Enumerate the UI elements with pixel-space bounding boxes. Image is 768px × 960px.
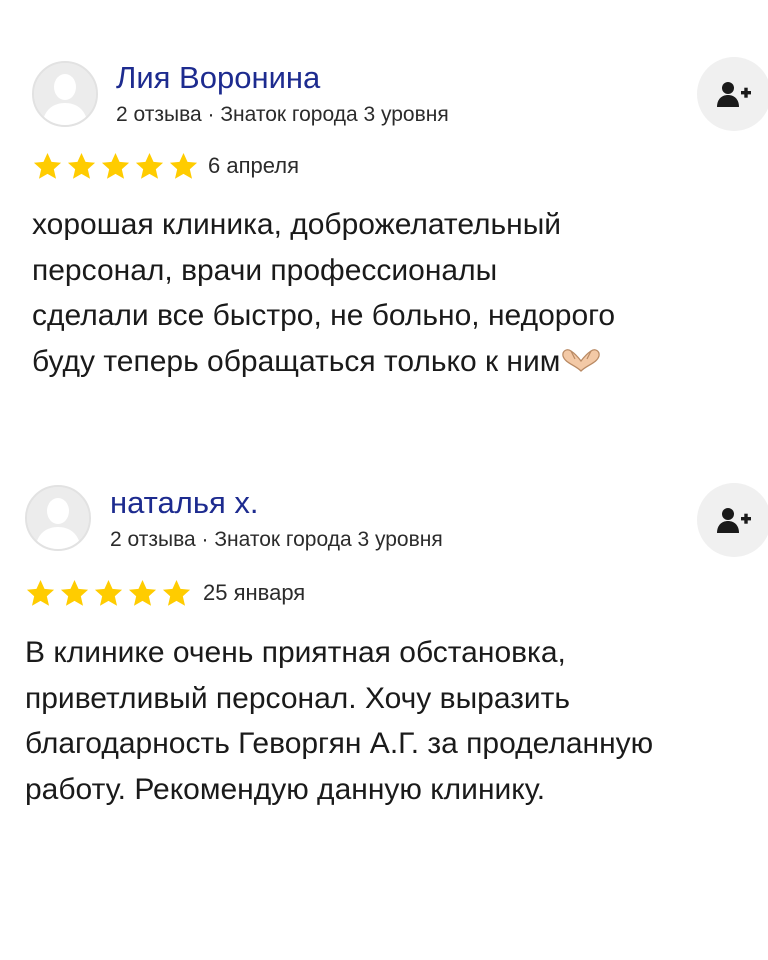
- rating-stars: [25, 578, 192, 609]
- star-icon: [60, 579, 89, 606]
- star-icon: [169, 152, 198, 179]
- review-card: Лия Воронина 2 отзыва · Знаток города 3 …: [0, 0, 768, 430]
- heart-hands-emoji: [561, 341, 601, 387]
- avatar[interactable]: [25, 485, 91, 551]
- star-icon: [67, 152, 96, 179]
- author-name[interactable]: Лия Воронина: [116, 62, 320, 93]
- author-name[interactable]: наталья х.: [110, 487, 259, 518]
- add-user-icon: [717, 508, 751, 533]
- review-date: 25 января: [203, 580, 306, 605]
- review-text: хорошая клиника, доброжелательный персон…: [32, 202, 762, 386]
- star-icon: [26, 579, 55, 606]
- user-silhouette-icon: [27, 487, 89, 549]
- star-icon: [128, 579, 157, 606]
- review-card: наталья х. 2 отзыва · Знаток города 3 ур…: [0, 430, 768, 850]
- review-date: 6 апреля: [208, 153, 299, 178]
- author-meta: 2 отзыва · Знаток города 3 уровня: [110, 528, 443, 551]
- star-icon: [101, 152, 130, 179]
- add-user-icon: [717, 82, 751, 107]
- review-text-body: хорошая клиника, доброжелательный персон…: [32, 208, 616, 378]
- follow-button[interactable]: [697, 483, 768, 557]
- author-meta: 2 отзыва · Знаток города 3 уровня: [116, 103, 449, 126]
- star-icon: [162, 579, 191, 606]
- star-icon: [135, 152, 164, 179]
- rating-stars: [32, 151, 199, 182]
- user-silhouette-icon: [34, 63, 96, 125]
- follow-button[interactable]: [697, 57, 768, 131]
- star-icon: [33, 152, 62, 179]
- star-icon: [94, 579, 123, 606]
- avatar[interactable]: [32, 61, 98, 127]
- review-text: В клинике очень приятная обстановка, при…: [25, 636, 654, 806]
